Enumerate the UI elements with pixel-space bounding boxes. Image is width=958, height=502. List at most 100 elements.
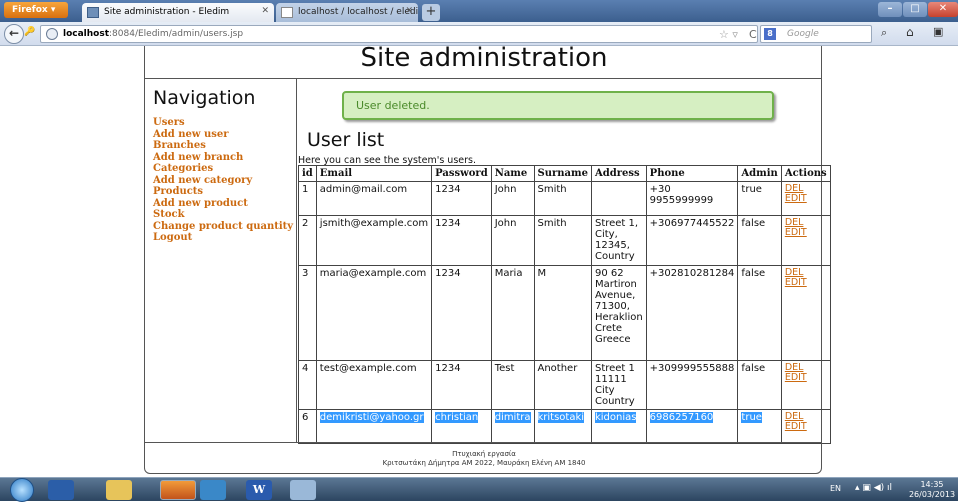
cell-name: dimitra <box>490 409 535 444</box>
cell-address: Street 1 11111 City Country <box>590 360 647 410</box>
nav-add-new-user[interactable]: Add new user <box>153 129 297 141</box>
nav-branches[interactable]: Branches <box>153 140 297 152</box>
firefox-taskbar-icon[interactable] <box>160 480 196 500</box>
reload-icon[interactable]: C <box>749 28 757 41</box>
nav-products[interactable]: Products <box>153 186 297 198</box>
cell-address: 90 62 Martiron Avenue, 71300, Heraklion … <box>590 265 647 361</box>
column-header-address: Address <box>590 165 647 182</box>
nav-stock[interactable]: Stock <box>153 209 297 221</box>
edit-link[interactable]: EDIT <box>785 228 827 238</box>
navigation-heading: Navigation <box>153 87 256 109</box>
cell-phone: +30 9955999999 <box>645 181 739 216</box>
media-player-icon[interactable] <box>48 480 74 500</box>
cell-password: 1234 <box>431 215 492 266</box>
page-favicon-icon <box>281 7 293 18</box>
language-indicator[interactable]: EN <box>830 484 841 493</box>
search-icon[interactable]: ⌕ <box>881 26 887 40</box>
cell-id: 1 <box>298 181 317 216</box>
cell-admin: false <box>737 265 782 361</box>
users-table: id Email Password Name Surname Address P… <box>298 165 831 444</box>
new-tab-button[interactable]: + <box>422 4 440 21</box>
table-row: 4 test@example.com 1234 Test Another Str… <box>298 360 831 410</box>
footer-line-1: Πτυχιακή εργασία <box>452 450 516 458</box>
site-title: Site administration <box>360 43 608 73</box>
close-tab-icon[interactable]: ✕ <box>261 6 269 16</box>
selected-text: dimitra <box>494 412 531 423</box>
column-header-name: Name <box>490 165 535 182</box>
url-text[interactable]: localhost:8084/Eledim/admin/users.jsp <box>63 29 243 39</box>
selected-text: 6986257160 <box>649 412 714 423</box>
tab-site-administration[interactable]: Site administration - Eledim ✕ <box>82 3 274 22</box>
edit-link[interactable]: EDIT <box>785 373 827 383</box>
cell-admin: false <box>737 360 782 410</box>
cell-phone: 6986257160 <box>645 409 739 444</box>
cell-email: maria@example.com <box>315 265 433 361</box>
edit-link[interactable]: EDIT <box>785 422 827 432</box>
page-title: User list <box>307 129 385 151</box>
cell-address: kidonias <box>590 409 647 444</box>
minimize-button[interactable]: – <box>878 2 902 17</box>
search-placeholder: Google <box>787 29 819 39</box>
column-header-email: Email <box>315 165 433 182</box>
cell-surname: kritsotaki <box>533 409 592 444</box>
column-header-phone: Phone <box>645 165 739 182</box>
tab-phpmyadmin[interactable]: localhost / localhost / eledim / users |… <box>276 3 418 22</box>
column-header-password: Password <box>431 165 492 182</box>
nav-add-new-category[interactable]: Add new category <box>153 175 297 187</box>
selected-text: true <box>741 412 762 423</box>
identity-icon[interactable]: 🔑 <box>24 27 38 41</box>
cell-actions: DEL EDIT <box>780 360 831 410</box>
edit-link[interactable]: EDIT <box>785 278 827 288</box>
system-clock[interactable]: 14:35 26/03/2013 <box>908 480 956 500</box>
clock-date: 26/03/2013 <box>908 490 956 499</box>
admin-page: Site administration Navigation Users Add… <box>144 43 831 474</box>
cell-actions: DEL EDIT <box>780 181 831 216</box>
system-tray-icons[interactable]: ▴ ▣ ◀) ıl <box>855 483 892 493</box>
nav-logout[interactable]: Logout <box>153 232 297 244</box>
bookmark-star-icon[interactable]: ☆ ▿ <box>719 28 738 41</box>
cell-surname: Another <box>533 360 592 410</box>
tab-title: Site administration - Eledim <box>104 7 230 17</box>
main-content: User deleted. User list Here you can see… <box>297 79 831 444</box>
cell-surname: M <box>533 265 592 361</box>
close-tab-icon[interactable]: ✕ <box>405 6 413 16</box>
paint-icon[interactable] <box>290 480 316 500</box>
cell-phone: +302810281284 <box>645 265 739 361</box>
firefox-menu-button[interactable]: Firefox ▾ <box>4 2 68 18</box>
nav-categories[interactable]: Categories <box>153 163 297 175</box>
table-row: 1 admin@mail.com 1234 John Smith +30 995… <box>298 181 831 216</box>
nav-add-new-branch[interactable]: Add new branch <box>153 152 297 164</box>
cell-address: Street 1, City, 12345, Country <box>590 215 647 266</box>
cell-phone: +309999555888 <box>645 360 739 410</box>
search-bar[interactable]: 8 Google <box>760 25 872 43</box>
table-row: 2 jsmith@example.com 1234 John Smith Str… <box>298 215 831 266</box>
table-row: 6 demikristi@yahoo.gr christian dimitra … <box>298 409 831 444</box>
cell-password: 1234 <box>431 265 492 361</box>
column-header-actions: Actions <box>780 165 831 182</box>
column-header-surname: Surname <box>533 165 592 182</box>
selected-text: christian <box>435 412 479 423</box>
cell-surname: Smith <box>533 215 592 266</box>
bookmarks-menu-icon[interactable]: ▣ <box>933 25 943 38</box>
url-bar[interactable]: localhost:8084/Eledim/admin/users.jsp ☆ … <box>40 25 758 43</box>
app-cube-icon[interactable] <box>200 480 226 500</box>
word-icon[interactable]: W <box>246 480 272 500</box>
back-arrow-icon[interactable]: ← <box>4 24 24 44</box>
close-window-button[interactable]: ✕ <box>928 2 958 17</box>
cell-id: 6 <box>298 409 317 444</box>
maximize-button[interactable]: □ <box>903 2 927 17</box>
nav-change-product-quantity[interactable]: Change product quantity <box>153 221 297 233</box>
nav-users[interactable]: Users <box>153 117 297 129</box>
cell-name: John <box>490 181 535 216</box>
nav-add-new-product[interactable]: Add new product <box>153 198 297 210</box>
google-icon[interactable]: 8 <box>764 28 776 40</box>
clock-time: 14:35 <box>920 480 944 489</box>
home-icon[interactable]: ⌂ <box>906 25 914 39</box>
start-button[interactable] <box>10 478 34 502</box>
globe-icon <box>46 28 58 40</box>
cell-email: test@example.com <box>315 360 433 410</box>
footer-line-2: Κριτσωτάκη Δήμητρα ΑΜ 2022, Μαυράκη Ελέν… <box>382 459 586 467</box>
cell-password: 1234 <box>431 360 492 410</box>
file-explorer-icon[interactable] <box>106 480 132 500</box>
edit-link[interactable]: EDIT <box>785 194 827 204</box>
